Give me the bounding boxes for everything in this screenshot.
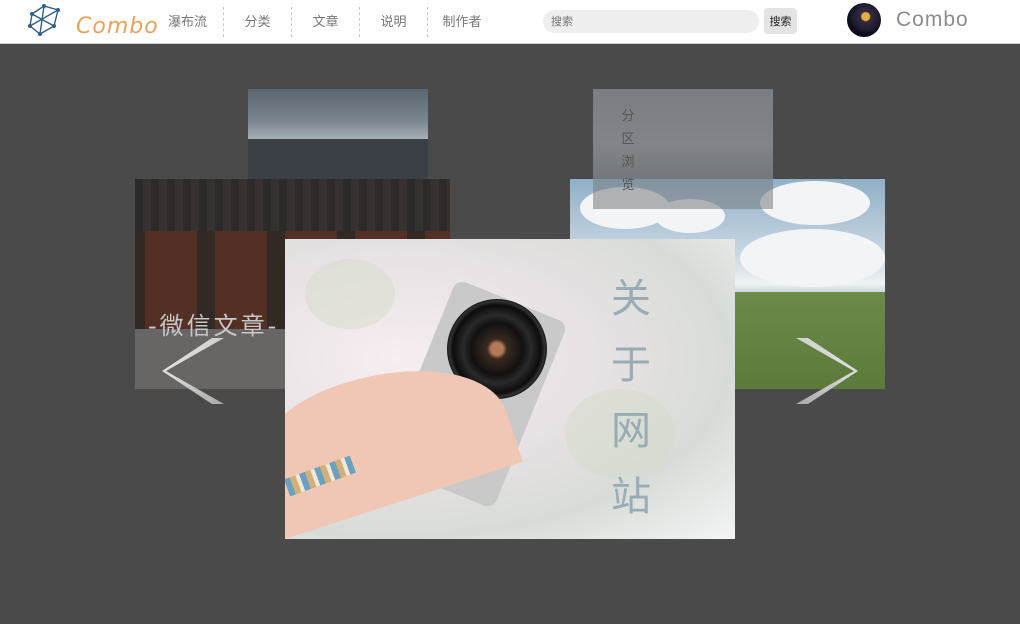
username[interactable]: Combo — [896, 8, 969, 32]
logo-network-icon — [28, 4, 60, 36]
section-browse-label[interactable]: 分区浏览 — [621, 104, 635, 196]
section-browse-overlay — [593, 89, 773, 209]
nav-category[interactable]: 分类 — [224, 7, 292, 37]
main-nav: 瀑布流 分类 文章 说明 制作者 — [152, 7, 496, 37]
nav-author[interactable]: 制作者 — [428, 7, 496, 37]
logo-text: Combo — [76, 14, 159, 39]
carousel-card-about[interactable] — [285, 239, 735, 539]
carousel-card-back-left[interactable] — [248, 89, 428, 181]
search-input[interactable] — [543, 10, 759, 33]
top-header: Combo 瀑布流 分类 文章 说明 制作者 搜索 Combo — [0, 0, 1020, 44]
chevron-right-icon[interactable] — [794, 338, 858, 404]
about-site-title[interactable]: 关于网站 — [611, 266, 651, 530]
mountain-image — [248, 139, 428, 181]
search-button[interactable]: 搜索 — [764, 8, 797, 34]
nav-waterfall[interactable]: 瀑布流 — [152, 7, 224, 37]
avatar[interactable] — [847, 3, 881, 37]
chevron-left-icon[interactable] — [162, 338, 226, 404]
logo[interactable]: Combo — [26, 4, 158, 42]
wechat-articles-label[interactable]: -微信文章- — [148, 306, 279, 341]
nav-instructions[interactable]: 说明 — [360, 7, 428, 37]
nav-articles[interactable]: 文章 — [292, 7, 360, 37]
